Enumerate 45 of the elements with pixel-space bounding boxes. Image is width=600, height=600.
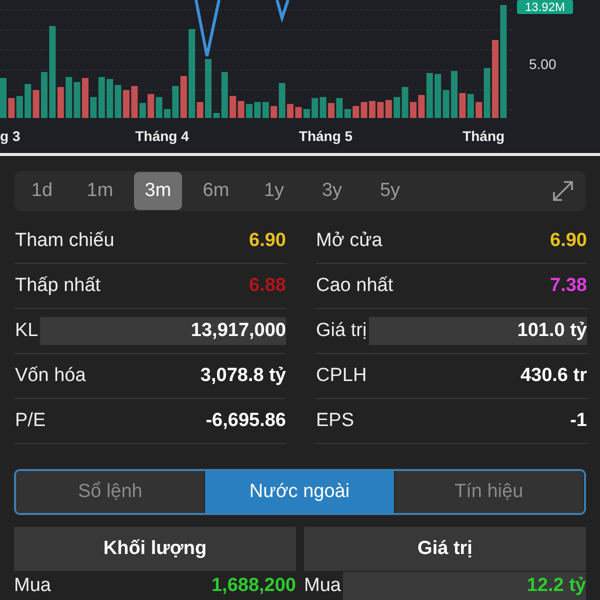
- stat-label: Thấp nhất: [15, 275, 101, 297]
- period-tab[interactable]: 6m: [192, 172, 240, 210]
- stat-value: 6.88: [249, 275, 286, 297]
- period-tab[interactable]: 5y: [366, 172, 414, 210]
- axis-label: Tháng: [462, 128, 505, 144]
- axis-label: Tháng 4: [135, 128, 189, 144]
- period-tab[interactable]: 1m: [76, 172, 124, 210]
- price-line: [194, 0, 220, 58]
- stat-label: Mở cửa: [316, 230, 382, 252]
- tab[interactable]: Sổ lệnh: [16, 471, 206, 513]
- stat-label: EPS: [316, 410, 354, 432]
- column-header: Khối lượng: [14, 527, 296, 571]
- stat-label: Mua: [14, 575, 51, 597]
- expand-icon[interactable]: [552, 180, 574, 202]
- axis-label: 5.00: [529, 56, 556, 72]
- column-header: Giá trị: [304, 527, 586, 571]
- stat-value: -6,695.86: [206, 410, 286, 432]
- stat-value: 12.2 tỷ: [342, 572, 586, 600]
- stat-label: Mua: [304, 575, 341, 597]
- stat-label: CPLH: [316, 365, 367, 387]
- stat-label: Giá trị: [316, 320, 367, 342]
- stat-label: P/E: [15, 410, 46, 432]
- stat-label: Cao nhất: [316, 275, 394, 297]
- stat-label: KL: [15, 320, 38, 342]
- stat-value: 101.0 tỷ: [368, 317, 587, 345]
- stat-value: 13,917,000: [40, 317, 286, 345]
- stat-label: Tham chiếu: [15, 230, 114, 252]
- stat-label: Vốn hóa: [15, 365, 86, 387]
- period-tab[interactable]: 1y: [250, 172, 298, 210]
- period-tab[interactable]: 1d: [18, 172, 66, 210]
- stat-value: 1,688,200: [211, 575, 296, 597]
- price-line: [276, 0, 290, 24]
- period-tab[interactable]: 3m: [134, 172, 182, 210]
- axis-label: g 3: [0, 128, 20, 144]
- price-badge: 13.92M: [517, 0, 574, 14]
- axis-label: Tháng 5: [298, 128, 353, 144]
- tab[interactable]: Tín hiệu: [394, 471, 584, 513]
- stat-value: 6.90: [249, 230, 286, 252]
- tab[interactable]: Nước ngoài: [205, 471, 395, 513]
- stat-value: 6.90: [550, 230, 587, 252]
- stat-value: 430.6 tr: [520, 365, 587, 387]
- period-tab[interactable]: 3y: [308, 172, 356, 210]
- stat-value: -1: [570, 410, 587, 432]
- stat-value: 3,078.8 tỷ: [200, 365, 286, 387]
- stat-value: 7.38: [550, 275, 587, 297]
